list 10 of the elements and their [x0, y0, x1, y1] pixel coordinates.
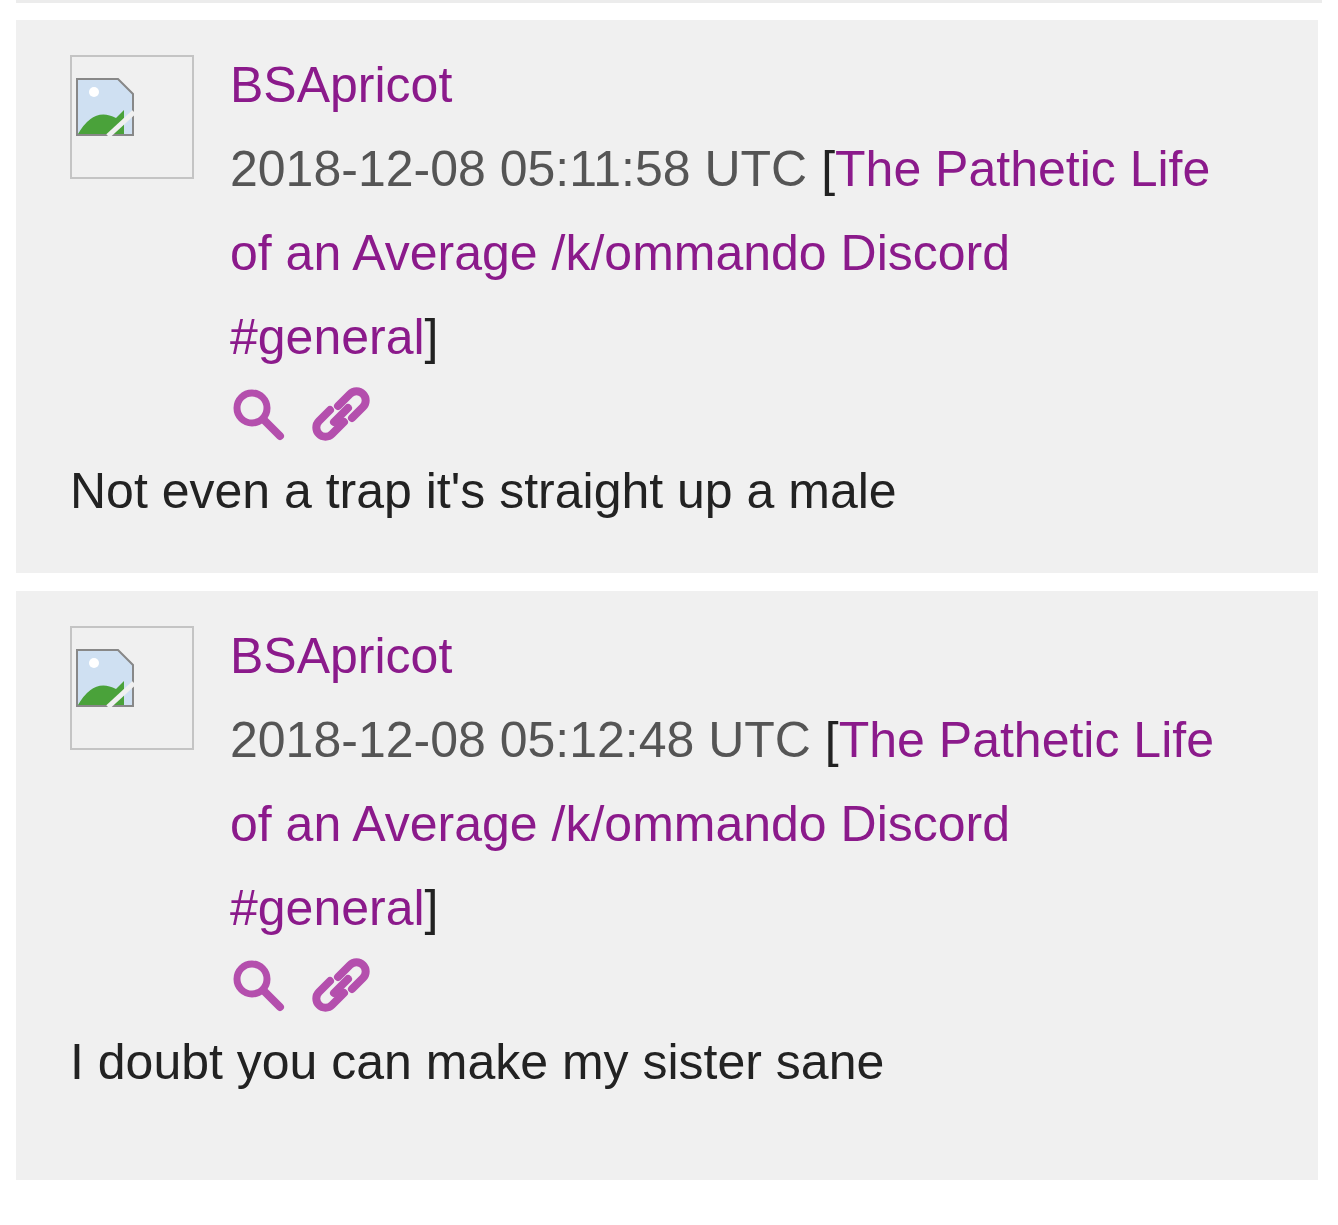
broken-image-icon	[76, 648, 134, 707]
broken-image-icon	[76, 77, 134, 136]
message-text: I doubt you can make my sister sane	[70, 1033, 886, 1092]
author-link[interactable]: BSApricot	[230, 57, 453, 113]
link-icon[interactable]	[312, 957, 370, 1013]
message-text: Not even a trap it's straight up a male	[70, 462, 898, 521]
link-icon[interactable]	[312, 386, 370, 442]
author-link[interactable]: BSApricot	[230, 628, 453, 684]
post-info: 2018-12-08 05:12:48 UTC [The Pathetic Life of an Average /k/ommando Discord #general]	[230, 711, 1215, 938]
post-info: 2018-12-08 05:11:58 UTC [The Pathetic Life of an Average /k/ommando Discord #general]	[230, 140, 1212, 367]
